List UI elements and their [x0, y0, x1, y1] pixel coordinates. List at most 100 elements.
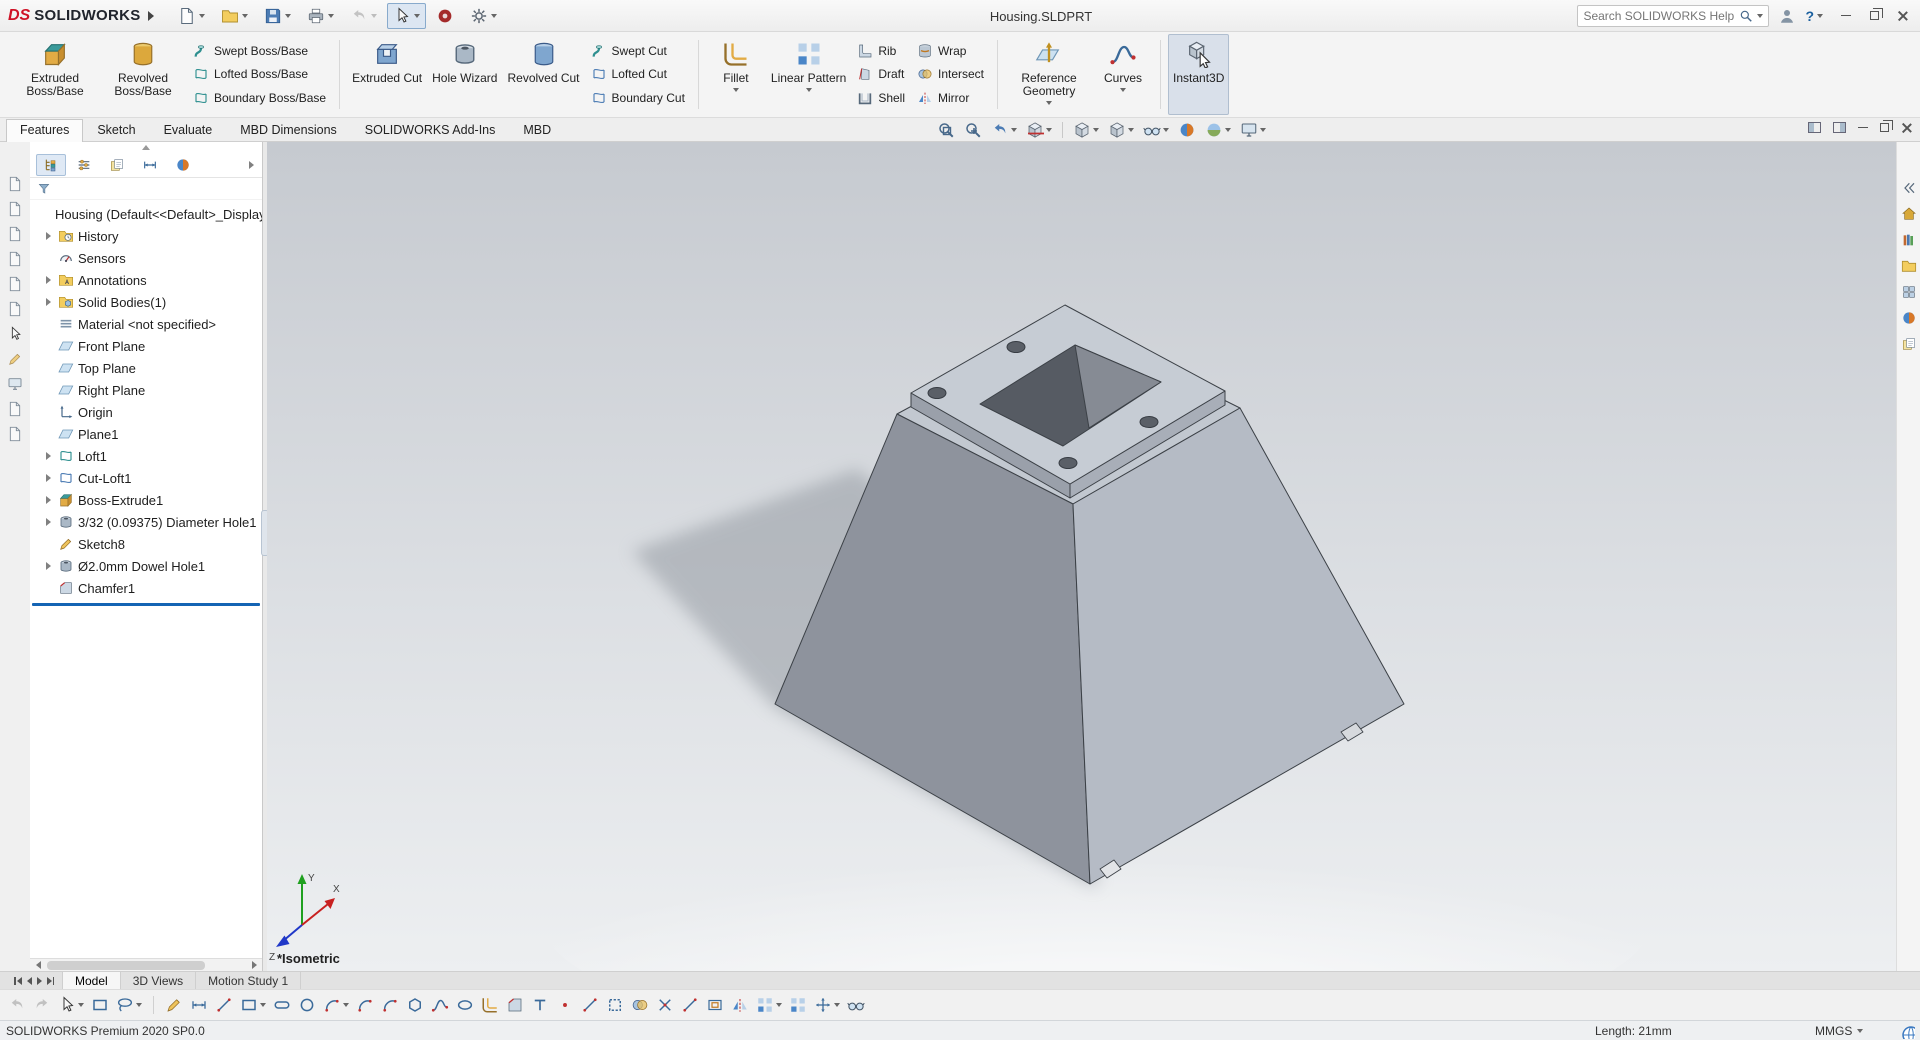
- minimize-button[interactable]: [1832, 3, 1860, 29]
- spline-tool-icon[interactable]: [431, 996, 449, 1014]
- monitor-icon[interactable]: [7, 376, 23, 392]
- hide-show-items-button[interactable]: [1141, 120, 1171, 140]
- rebuild-button[interactable]: [430, 3, 460, 29]
- tree-item-chamfer1[interactable]: Chamfer1: [30, 577, 262, 599]
- fillet-button[interactable]: Fillet: [706, 34, 766, 115]
- display-style-button[interactable]: [1106, 120, 1136, 140]
- select-tool-icon[interactable]: [58, 996, 84, 1014]
- polygon-tool-icon[interactable]: [406, 996, 424, 1014]
- straight-slot-tool-icon[interactable]: [273, 996, 291, 1014]
- extend-entities-tool-icon[interactable]: [681, 996, 699, 1014]
- lofted-boss-button[interactable]: Lofted Boss/Base: [189, 65, 330, 83]
- print-button[interactable]: [301, 3, 340, 29]
- tab-evaluate[interactable]: Evaluate: [150, 119, 227, 141]
- manager-tabs-overflow[interactable]: [249, 157, 262, 172]
- panel-collapse-grip[interactable]: [30, 142, 262, 152]
- tab-mbd[interactable]: MBD: [509, 119, 565, 141]
- document-icon[interactable]: [7, 276, 23, 292]
- scroll-first-tab-icon[interactable]: [14, 976, 22, 985]
- tab-motion-study-1[interactable]: Motion Study 1: [196, 972, 302, 989]
- file-explorer-icon[interactable]: [1901, 258, 1917, 274]
- tab-3d-views[interactable]: 3D Views: [121, 972, 197, 989]
- tree-item-material[interactable]: Material <not specified>: [30, 313, 262, 335]
- intersect-button[interactable]: Intersect: [913, 65, 988, 83]
- linear-pattern-dropdown-icon[interactable]: [805, 88, 812, 92]
- hole[interactable]: [1139, 416, 1159, 428]
- custom-properties-icon[interactable]: [1901, 336, 1917, 352]
- maximize-button[interactable]: [1860, 3, 1888, 29]
- hole[interactable]: [1006, 341, 1026, 353]
- dimxpertmanager-tab[interactable]: [135, 154, 165, 176]
- filter-funnel-icon[interactable]: [37, 182, 51, 196]
- rollback-bar[interactable]: [32, 603, 260, 606]
- search-icon[interactable]: [1739, 9, 1753, 23]
- tab-sketch[interactable]: Sketch: [83, 119, 149, 141]
- intersection-curve-tool-icon[interactable]: [631, 996, 649, 1014]
- tree-item-top-plane[interactable]: Top Plane: [30, 357, 262, 379]
- three-point-arc-tool-icon[interactable]: [381, 996, 399, 1014]
- search-options-caret-icon[interactable]: [1757, 13, 1764, 18]
- tree-item-annotations[interactable]: Annotations: [30, 269, 262, 291]
- tree-item-right-plane[interactable]: Right Plane: [30, 379, 262, 401]
- help-button[interactable]: ?: [1805, 8, 1823, 24]
- undo-tool-icon[interactable]: [8, 996, 26, 1014]
- lasso-select-tool-icon[interactable]: [116, 996, 142, 1014]
- box-select-tool-icon[interactable]: [91, 996, 109, 1014]
- document-icon[interactable]: [7, 226, 23, 242]
- app-logo[interactable]: DS SOLIDWORKS: [0, 7, 162, 25]
- graphics-viewport[interactable]: Y X Z *Isometric: [267, 142, 1896, 971]
- resources-home-icon[interactable]: [1901, 206, 1917, 222]
- trim-entities-tool-icon[interactable]: [656, 996, 674, 1014]
- line-tool-icon[interactable]: [215, 996, 233, 1014]
- view-palette-icon[interactable]: [1901, 284, 1917, 300]
- cursor-icon[interactable]: [7, 326, 23, 342]
- circle-tool-icon[interactable]: [298, 996, 316, 1014]
- scroll-right-icon[interactable]: [247, 959, 261, 971]
- revolved-cut-button[interactable]: Revolved Cut: [502, 34, 584, 115]
- tangent-arc-tool-icon[interactable]: [356, 996, 374, 1014]
- new-document-button[interactable]: [172, 3, 211, 29]
- tab-model[interactable]: Model: [63, 972, 121, 989]
- pane-left-icon[interactable]: [1808, 122, 1821, 133]
- document-icon[interactable]: [7, 201, 23, 217]
- linear-pattern-button[interactable]: Linear Pattern: [766, 34, 851, 115]
- redo-tool-icon[interactable]: [33, 996, 51, 1014]
- document-icon[interactable]: [7, 251, 23, 267]
- document-icon[interactable]: [7, 426, 23, 442]
- tree-item-history[interactable]: History: [30, 225, 262, 247]
- hole-wizard-button[interactable]: Hole Wizard: [427, 34, 502, 115]
- tab-features[interactable]: Features: [6, 119, 84, 142]
- help-search-box[interactable]: [1577, 4, 1770, 27]
- text-tool-icon[interactable]: [531, 996, 549, 1014]
- sketch-tool-icon[interactable]: [165, 996, 183, 1014]
- tree-item-origin[interactable]: Origin: [30, 401, 262, 423]
- status-tag-icon[interactable]: [1899, 1023, 1915, 1039]
- zoom-to-area-button[interactable]: [962, 120, 984, 140]
- boundary-cut-button[interactable]: Boundary Cut: [587, 89, 689, 107]
- displaymanager-tab[interactable]: [168, 154, 198, 176]
- reference-geometry-dropdown-icon[interactable]: [1046, 101, 1053, 105]
- zoom-to-fit-button[interactable]: [935, 120, 957, 140]
- search-input[interactable]: [1583, 8, 1736, 23]
- select-tool-button[interactable]: [386, 2, 426, 29]
- corner-rectangle-tool-icon[interactable]: [240, 996, 266, 1014]
- extruded-boss-button[interactable]: Extruded Boss/Base: [11, 34, 99, 115]
- draft-button[interactable]: Draft: [853, 65, 909, 83]
- tree-item-sketch8[interactable]: Sketch8: [30, 533, 262, 555]
- tree-horizontal-scrollbar[interactable]: [30, 958, 262, 971]
- extruded-cut-button[interactable]: Extruded Cut: [347, 34, 427, 115]
- swept-cut-button[interactable]: Swept Cut: [587, 42, 689, 60]
- scrollbar-thumb[interactable]: [47, 960, 205, 970]
- scroll-left-icon[interactable]: [31, 959, 45, 971]
- doc-minimize-icon[interactable]: [1858, 126, 1868, 129]
- configurationmanager-tab[interactable]: [102, 154, 132, 176]
- unit-system-selector[interactable]: MMGS: [1815, 1024, 1864, 1038]
- tree-item-plane1[interactable]: Plane1: [30, 423, 262, 445]
- close-button[interactable]: [1888, 3, 1916, 29]
- hole[interactable]: [1058, 457, 1078, 469]
- task-pane-collapse-icon[interactable]: [1901, 180, 1917, 196]
- doc-close-icon[interactable]: [1901, 122, 1912, 133]
- view-orientation-button[interactable]: [1071, 120, 1101, 140]
- centerline-tool-icon[interactable]: [581, 996, 599, 1014]
- tree-item-diameter-hole1[interactable]: 3/32 (0.09375) Diameter Hole1: [30, 511, 262, 533]
